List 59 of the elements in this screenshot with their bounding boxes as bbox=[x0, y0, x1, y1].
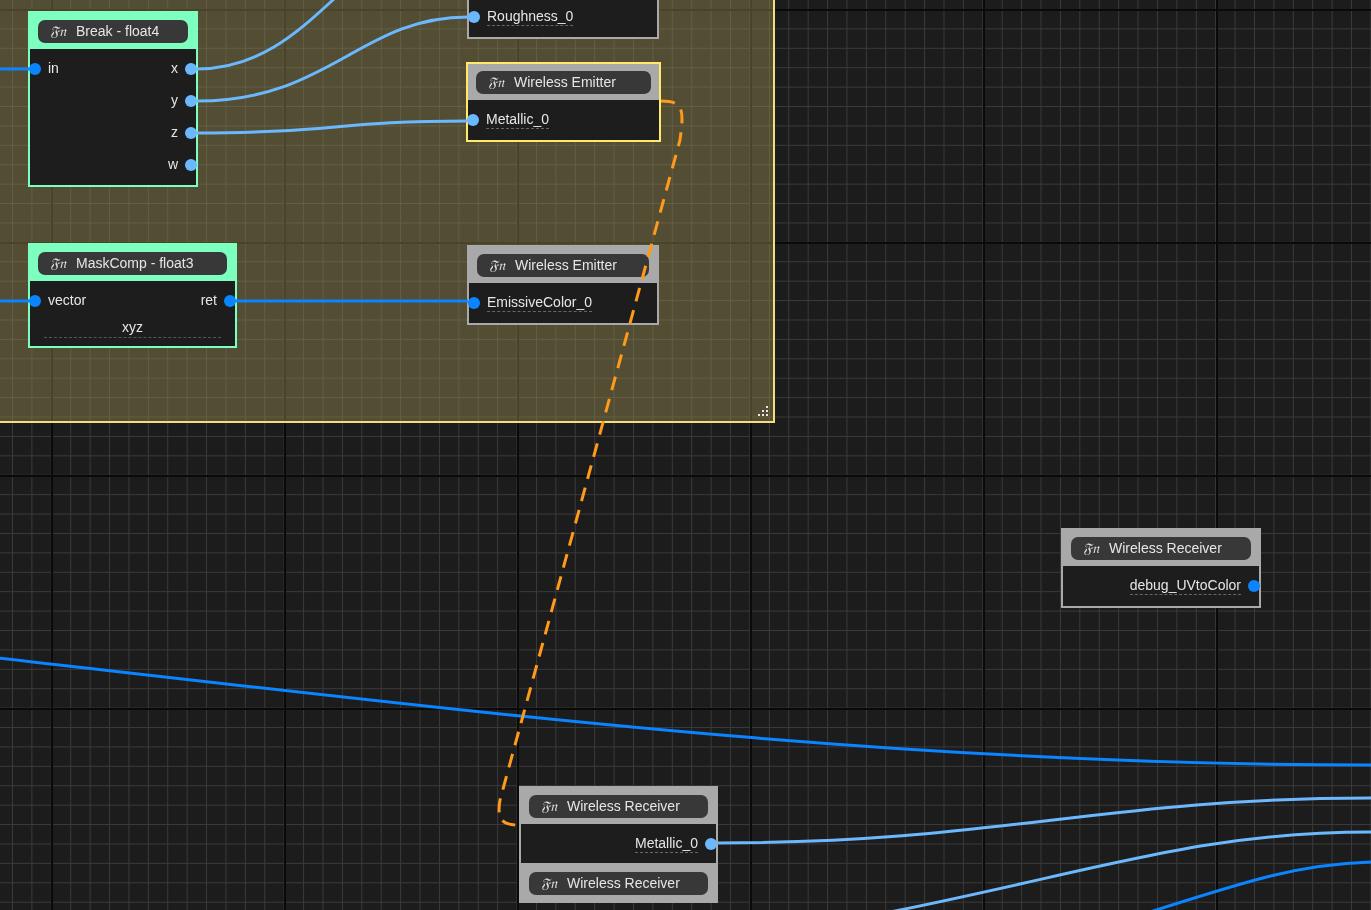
port-dot[interactable] bbox=[29, 295, 41, 307]
function-glyph: 𝔉𝔫 bbox=[488, 73, 504, 91]
connection-wire[interactable] bbox=[196, 15, 469, 103]
graph-node[interactable]: 𝔉𝔫 MaskComp - float3 vector ret xyz bbox=[28, 243, 237, 348]
port-label: ret bbox=[200, 292, 217, 310]
port-label: debug_UVtoColor bbox=[1129, 577, 1241, 595]
port-dot[interactable] bbox=[467, 114, 479, 126]
node-title: Wireless Receiver bbox=[567, 798, 680, 814]
connection-wire[interactable] bbox=[197, 119, 467, 135]
port-dot[interactable] bbox=[705, 838, 717, 850]
port-label: Roughness_0 bbox=[487, 8, 574, 26]
port-label: z bbox=[171, 124, 178, 142]
port-dot[interactable] bbox=[29, 63, 41, 75]
port-dot[interactable] bbox=[185, 127, 197, 139]
node-title: Break - float4 bbox=[76, 23, 160, 39]
value-field[interactable]: xyz bbox=[44, 319, 221, 338]
port-dot[interactable] bbox=[185, 95, 197, 107]
port-label: w bbox=[167, 156, 178, 174]
port-label: vector bbox=[48, 292, 87, 310]
graph-node[interactable]: 𝔉𝔫 Wireless Emitter EmissiveColor_0 bbox=[467, 245, 659, 325]
port-label: Metallic_0 bbox=[486, 111, 550, 129]
function-glyph: 𝔉𝔫 bbox=[541, 797, 557, 815]
function-glyph: 𝔉𝔫 bbox=[50, 22, 66, 40]
port-dot[interactable] bbox=[185, 159, 197, 171]
port-dot[interactable] bbox=[468, 297, 480, 309]
port-dot[interactable] bbox=[185, 63, 197, 75]
node-title: MaskComp - float3 bbox=[76, 255, 194, 271]
node-header[interactable]: 𝔉𝔫 Break - float4 bbox=[30, 13, 196, 49]
port-label: Metallic_0 bbox=[634, 835, 698, 853]
node-header[interactable]: 𝔉𝔫 Wireless Receiver bbox=[1063, 530, 1259, 566]
node-header[interactable]: 𝔉𝔫 Wireless Receiver bbox=[521, 865, 716, 901]
function-glyph: 𝔉𝔫 bbox=[489, 256, 505, 274]
graph-node[interactable]: 𝔉𝔫 Wireless Receiver Metallic_0 bbox=[519, 786, 718, 866]
port-label: EmissiveColor_0 bbox=[487, 294, 593, 312]
port-label: y bbox=[171, 92, 178, 110]
function-glyph: 𝔉𝔫 bbox=[541, 874, 557, 892]
graph-node[interactable]: 𝔉𝔫 Wireless Emitter Metallic_0 bbox=[466, 62, 661, 142]
graph-node[interactable]: Roughness_0 bbox=[467, 0, 659, 39]
port-dot[interactable] bbox=[224, 295, 236, 307]
connection-wire[interactable] bbox=[718, 796, 1371, 845]
function-glyph: 𝔉𝔫 bbox=[50, 254, 66, 272]
connection-wire[interactable] bbox=[0, 656, 1371, 767]
node-title: Wireless Emitter bbox=[514, 74, 616, 90]
graph-node[interactable]: 𝔉𝔫 Break - float4 in x y z w bbox=[28, 11, 198, 187]
port-dot[interactable] bbox=[468, 11, 480, 23]
node-header[interactable]: 𝔉𝔫 Wireless Emitter bbox=[469, 247, 657, 283]
graph-node[interactable]: 𝔉𝔫 Wireless Receiver debug_UVtoColor bbox=[1061, 528, 1261, 608]
function-glyph: 𝔉𝔫 bbox=[1083, 539, 1099, 557]
node-title: Wireless Emitter bbox=[515, 257, 617, 273]
resize-grip-icon[interactable] bbox=[757, 405, 769, 417]
node-header[interactable]: 𝔉𝔫 MaskComp - float3 bbox=[30, 245, 235, 281]
node-header[interactable]: 𝔉𝔫 Wireless Receiver bbox=[521, 788, 716, 824]
port-label: in bbox=[48, 60, 59, 78]
node-title: Wireless Receiver bbox=[567, 875, 680, 891]
node-title: Wireless Receiver bbox=[1109, 540, 1222, 556]
node-header[interactable]: 𝔉𝔫 Wireless Emitter bbox=[468, 64, 659, 100]
port-label: x bbox=[171, 60, 178, 78]
port-dot[interactable] bbox=[1248, 580, 1260, 592]
connection-wire[interactable] bbox=[196, 0, 336, 71]
